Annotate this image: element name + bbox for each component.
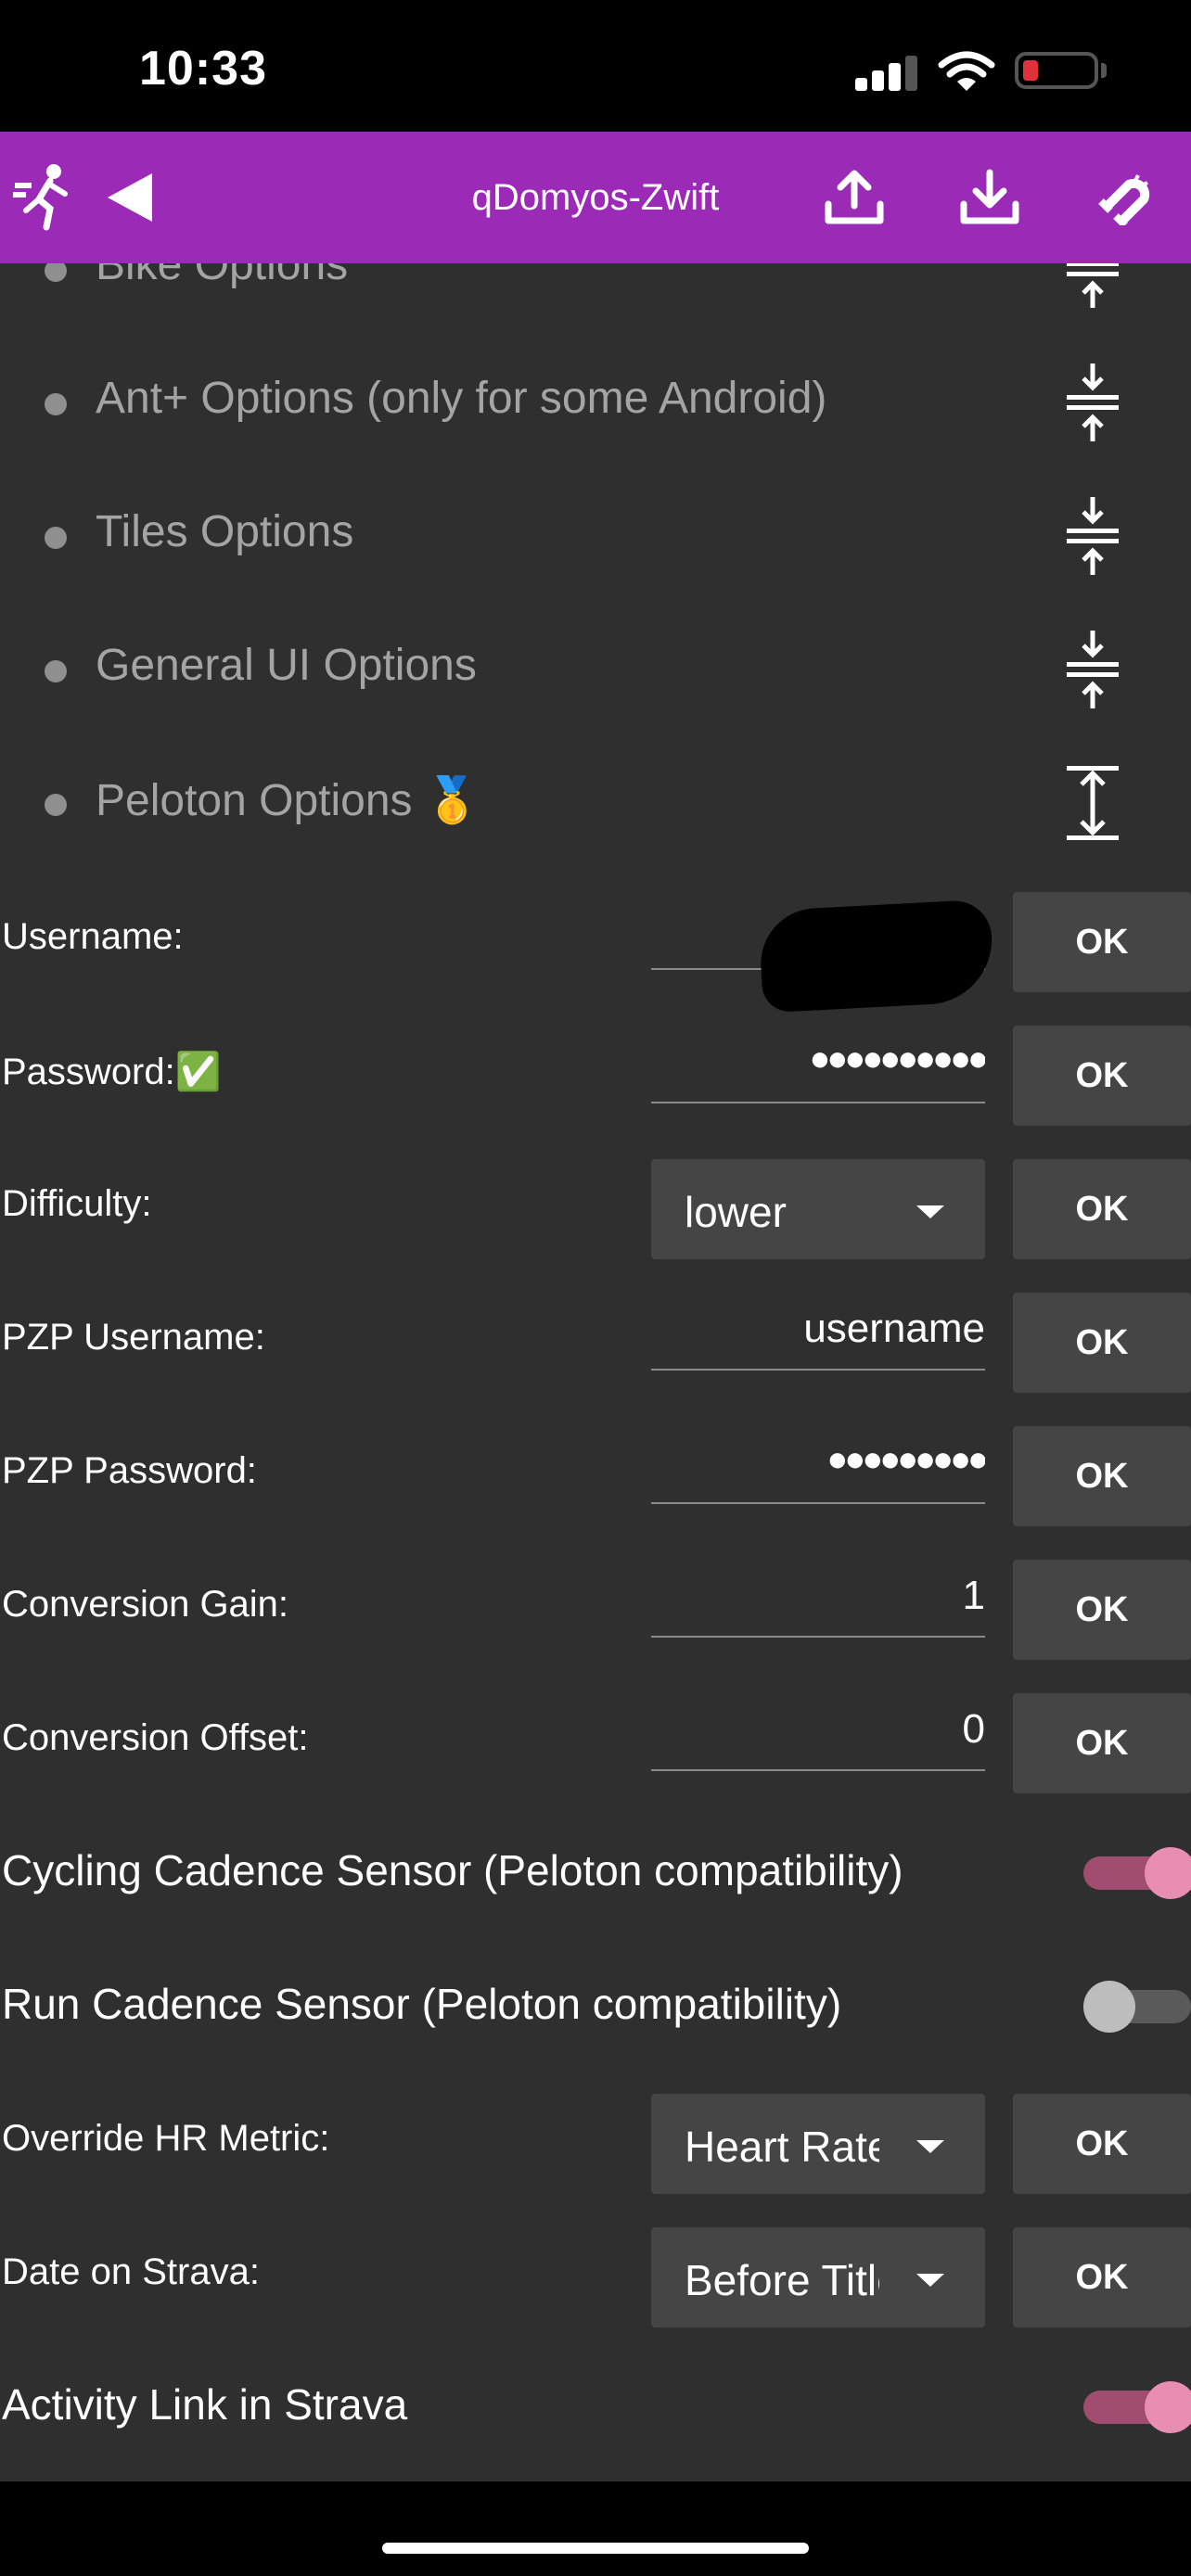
setting-username: Username: o OK [0,870,1191,1003]
runner-icon[interactable] [13,132,78,263]
setting-label: Date on Strava: [2,2251,260,2292]
chevron-down-icon [916,2140,944,2153]
setting-activity-link-strava: Activity Link in Strava [0,2339,1191,2472]
section-label: Bike Options [96,263,349,289]
magnet-icon[interactable] [1093,132,1158,263]
compress-vertical-icon[interactable] [1065,263,1121,308]
cycling-cadence-switch[interactable] [1083,1847,1191,1899]
setting-conversion-gain: Conversion Gain: 1 OK [0,1537,1191,1671]
password-mask: ●●●●●●●●●● [809,1039,985,1078]
setting-run-cadence-sensor: Run Cadence Sensor (Peloton compatibilit… [0,1938,1191,2072]
setting-difficulty: Difficulty: lower OK [0,1137,1191,1270]
expand-vertical-icon[interactable] [1065,764,1121,842]
bullet [45,263,67,282]
home-area [0,2481,1191,2576]
setting-label: Conversion Offset: [2,1717,309,1758]
section-peloton-options[interactable]: Peloton Options 🥇 [0,736,1191,870]
password-ok-button[interactable]: OK [1013,1026,1191,1126]
bullet [45,660,67,682]
setting-override-hr-metric: Override HR Metric: Heart Rate OK [0,2072,1191,2205]
difficulty-ok-button[interactable]: OK [1013,1159,1191,1259]
password-input[interactable]: ●●●●●●●●●● [651,1026,985,1103]
setting-cycling-cadence-sensor: Cycling Cadence Sensor (Peloton compatib… [0,1804,1191,1938]
input-value: 0 [962,1706,985,1752]
pzp-password-input[interactable]: ●●●●●●●●● [651,1426,985,1504]
username-ok-button[interactable]: OK [1013,892,1191,992]
bullet [45,393,67,415]
setting-pzp-password: PZP Password: ●●●●●●●●● OK [0,1404,1191,1537]
date-strava-select[interactable]: Before Title [651,2227,985,2327]
section-general-ui-options[interactable]: General UI Options [0,603,1191,736]
conversion-offset-ok-button[interactable]: OK [1013,1693,1191,1793]
bullet [45,527,67,549]
section-label: Peloton Options 🥇 [96,776,480,825]
setting-label: Username: [2,916,184,957]
pzp-username-input[interactable]: username [651,1293,985,1371]
download-icon[interactable] [957,132,1022,263]
conversion-gain-input[interactable]: 1 [651,1560,985,1638]
wifi-icon [938,51,995,91]
settings-content: Bike Options Ant+ Options (only for some… [0,263,1191,2481]
section-label: Tiles Options [96,507,354,556]
cellular-signal-icon [855,54,920,91]
setting-label: Activity Link in Strava [2,2380,408,2429]
run-cadence-switch[interactable] [1083,1981,1191,2033]
bullet [45,794,67,816]
pzp-password-ok-button[interactable]: OK [1013,1426,1191,1526]
select-value: Before Title [685,2256,879,2304]
chevron-down-icon [916,2274,944,2287]
input-value: username [803,1306,985,1351]
select-value: lower [685,1188,787,1236]
back-arrow-icon[interactable] [102,132,158,263]
section-tiles-options[interactable]: Tiles Options [0,469,1191,603]
section-label: Ant+ Options (only for some Android) [96,374,827,423]
setting-label: PZP Username: [2,1317,265,1358]
activity-link-switch[interactable] [1083,2381,1191,2433]
conversion-gain-ok-button[interactable]: OK [1013,1560,1191,1660]
pzp-username-ok-button[interactable]: OK [1013,1293,1191,1393]
setting-label: Cycling Cadence Sensor (Peloton compatib… [2,1846,903,1894]
setting-label: Conversion Gain: [2,1584,289,1625]
date-strava-ok-button[interactable]: OK [1013,2227,1191,2327]
setting-label: PZP Password: [2,1450,257,1491]
setting-label: Run Cadence Sensor (Peloton compatibilit… [2,1980,842,2028]
setting-label: Password:✅ [2,1052,222,1092]
setting-label: Difficulty: [2,1183,152,1224]
compress-vertical-icon[interactable] [1065,497,1121,575]
upload-icon[interactable] [822,132,887,263]
input-value: 1 [962,1573,985,1618]
home-indicator[interactable] [382,2543,809,2554]
conversion-offset-input[interactable]: 0 [651,1693,985,1771]
section-label: General UI Options [96,641,477,690]
status-time: 10:33 [139,42,267,96]
select-value: Heart Rate [685,2123,879,2171]
setting-password: Password:✅ ●●●●●●●●●● OK [0,1003,1191,1137]
compress-vertical-icon[interactable] [1065,363,1121,441]
battery-cap [1101,63,1107,78]
override-hr-select[interactable]: Heart Rate [651,2094,985,2194]
section-bike-options[interactable]: Bike Options [0,263,1191,336]
setting-conversion-offset: Conversion Offset: 0 OK [0,1671,1191,1804]
override-hr-ok-button[interactable]: OK [1013,2094,1191,2194]
status-bar: 10:33 [0,0,1191,132]
setting-label: Override HR Metric: [2,2118,330,2159]
section-ant-options[interactable]: Ant+ Options (only for some Android) [0,336,1191,469]
setting-date-on-strava: Date on Strava: Before Title OK [0,2205,1191,2339]
setting-pzp-username: PZP Username: username OK [0,1270,1191,1404]
chevron-down-icon [916,1205,944,1218]
difficulty-select[interactable]: lower [651,1159,985,1259]
password-mask: ●●●●●●●●● [826,1440,985,1479]
battery-icon [1015,52,1098,89]
compress-vertical-icon[interactable] [1065,631,1121,708]
app-header: qDomyos-Zwift [0,132,1191,263]
